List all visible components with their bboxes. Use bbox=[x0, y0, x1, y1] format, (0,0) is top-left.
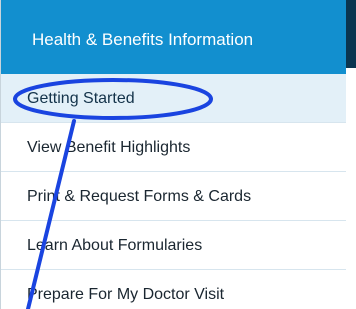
menu-header[interactable]: Health & Benefits Information bbox=[1, 0, 356, 74]
menu-item-prepare-doctor-visit[interactable]: Prepare For My Doctor Visit bbox=[1, 270, 346, 309]
menu-item-label: Prepare For My Doctor Visit bbox=[27, 286, 225, 303]
menu-item-label: View Benefit Highlights bbox=[27, 139, 191, 156]
screenshot-stage: Health & Benefits Information Getting St… bbox=[0, 0, 356, 309]
menu-item-label: Learn About Formularies bbox=[27, 237, 203, 254]
menu-item-view-benefit-highlights[interactable]: View Benefit Highlights bbox=[1, 123, 346, 172]
menu-item-getting-started[interactable]: Getting Started bbox=[1, 74, 346, 123]
menu-item-learn-about-formularies[interactable]: Learn About Formularies bbox=[1, 221, 346, 270]
menu-item-print-request-forms[interactable]: Print & Request Forms & Cards bbox=[1, 172, 346, 221]
adjacent-panel-edge bbox=[346, 0, 356, 68]
menu-item-label: Print & Request Forms & Cards bbox=[27, 188, 252, 205]
menu-header-label: Health & Benefits Information bbox=[32, 30, 254, 49]
health-benefits-menu: Health & Benefits Information Getting St… bbox=[0, 0, 356, 309]
menu-item-label: Getting Started bbox=[27, 90, 135, 107]
